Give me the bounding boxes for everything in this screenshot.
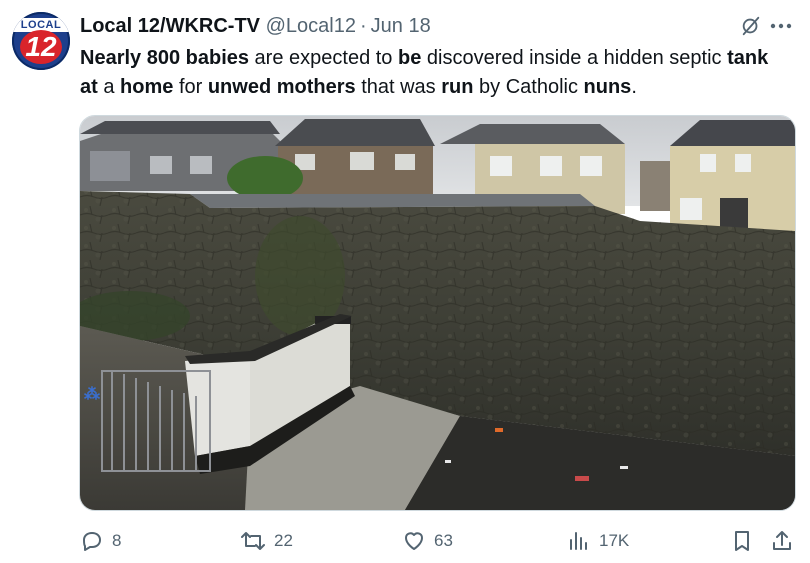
tweet-image[interactable]: ⁂ <box>79 115 796 511</box>
tweet-text-bold-segment: Nearly 800 babies <box>80 47 249 69</box>
tweet-text-bold-segment: be <box>397 47 422 69</box>
tweet-text-segment: that was <box>355 76 442 98</box>
tweet-text-segment: a <box>97 76 121 98</box>
bookmark-button[interactable] <box>730 526 762 556</box>
repost-button[interactable]: 22 <box>240 526 293 556</box>
display-name[interactable]: Local 12/WKRC-TV <box>80 15 260 37</box>
share-icon <box>773 531 791 550</box>
tweet-text-segment: are expected to <box>249 47 398 69</box>
avatar[interactable]: LOCAL 12 <box>12 12 70 70</box>
tweet-text-bold-segment: nuns <box>583 76 632 98</box>
handle[interactable]: @Local12 <box>266 15 356 37</box>
like-button[interactable]: 63 <box>402 526 453 556</box>
tweet-date[interactable]: Jun 18 <box>371 15 431 37</box>
grok-icon[interactable] <box>740 15 762 37</box>
views-icon <box>570 532 587 550</box>
separator-dot: · <box>359 15 367 37</box>
reply-icon <box>83 532 101 551</box>
tweet-text: Nearly 800 babies are expected to be dis… <box>80 44 780 102</box>
tweet-text-bold-segment: home <box>120 76 174 98</box>
share-button[interactable] <box>770 526 802 556</box>
like-count: 63 <box>434 531 453 550</box>
photo-wall-garden: ⁂ <box>80 116 795 510</box>
tweet-text-segment: by Catholic <box>473 76 584 98</box>
tweet-actions: 8 22 63 17K <box>80 526 794 556</box>
views-button[interactable]: 17K <box>567 526 629 556</box>
tweet-text-bold-segment: run <box>441 76 474 98</box>
heart-icon <box>405 532 423 550</box>
tweet-text-segment: . <box>631 76 637 98</box>
reply-count: 8 <box>112 531 122 550</box>
tweet-text-segment: discovered inside a hidden septic <box>421 47 728 69</box>
repost-icon <box>241 532 265 550</box>
avatar-logo-number: 12 <box>20 30 62 64</box>
repost-count: 22 <box>274 531 293 550</box>
reply-button[interactable]: 8 <box>80 526 121 556</box>
more-icon[interactable] <box>768 15 794 37</box>
svg-text:⁂: ⁂ <box>84 385 100 403</box>
tweet-header: Local 12/WKRC-TV @Local12 · Jun 18 <box>80 13 790 39</box>
tweet-card[interactable]: LOCAL 12 Local 12/WKRC-TV @Local12 · Jun 1… <box>0 0 810 563</box>
bookmark-icon <box>735 531 749 551</box>
views-count: 17K <box>599 531 630 550</box>
tweet-text-bold-segment: unwed mothers <box>207 76 356 98</box>
tweet-text-segment: for <box>173 76 208 98</box>
